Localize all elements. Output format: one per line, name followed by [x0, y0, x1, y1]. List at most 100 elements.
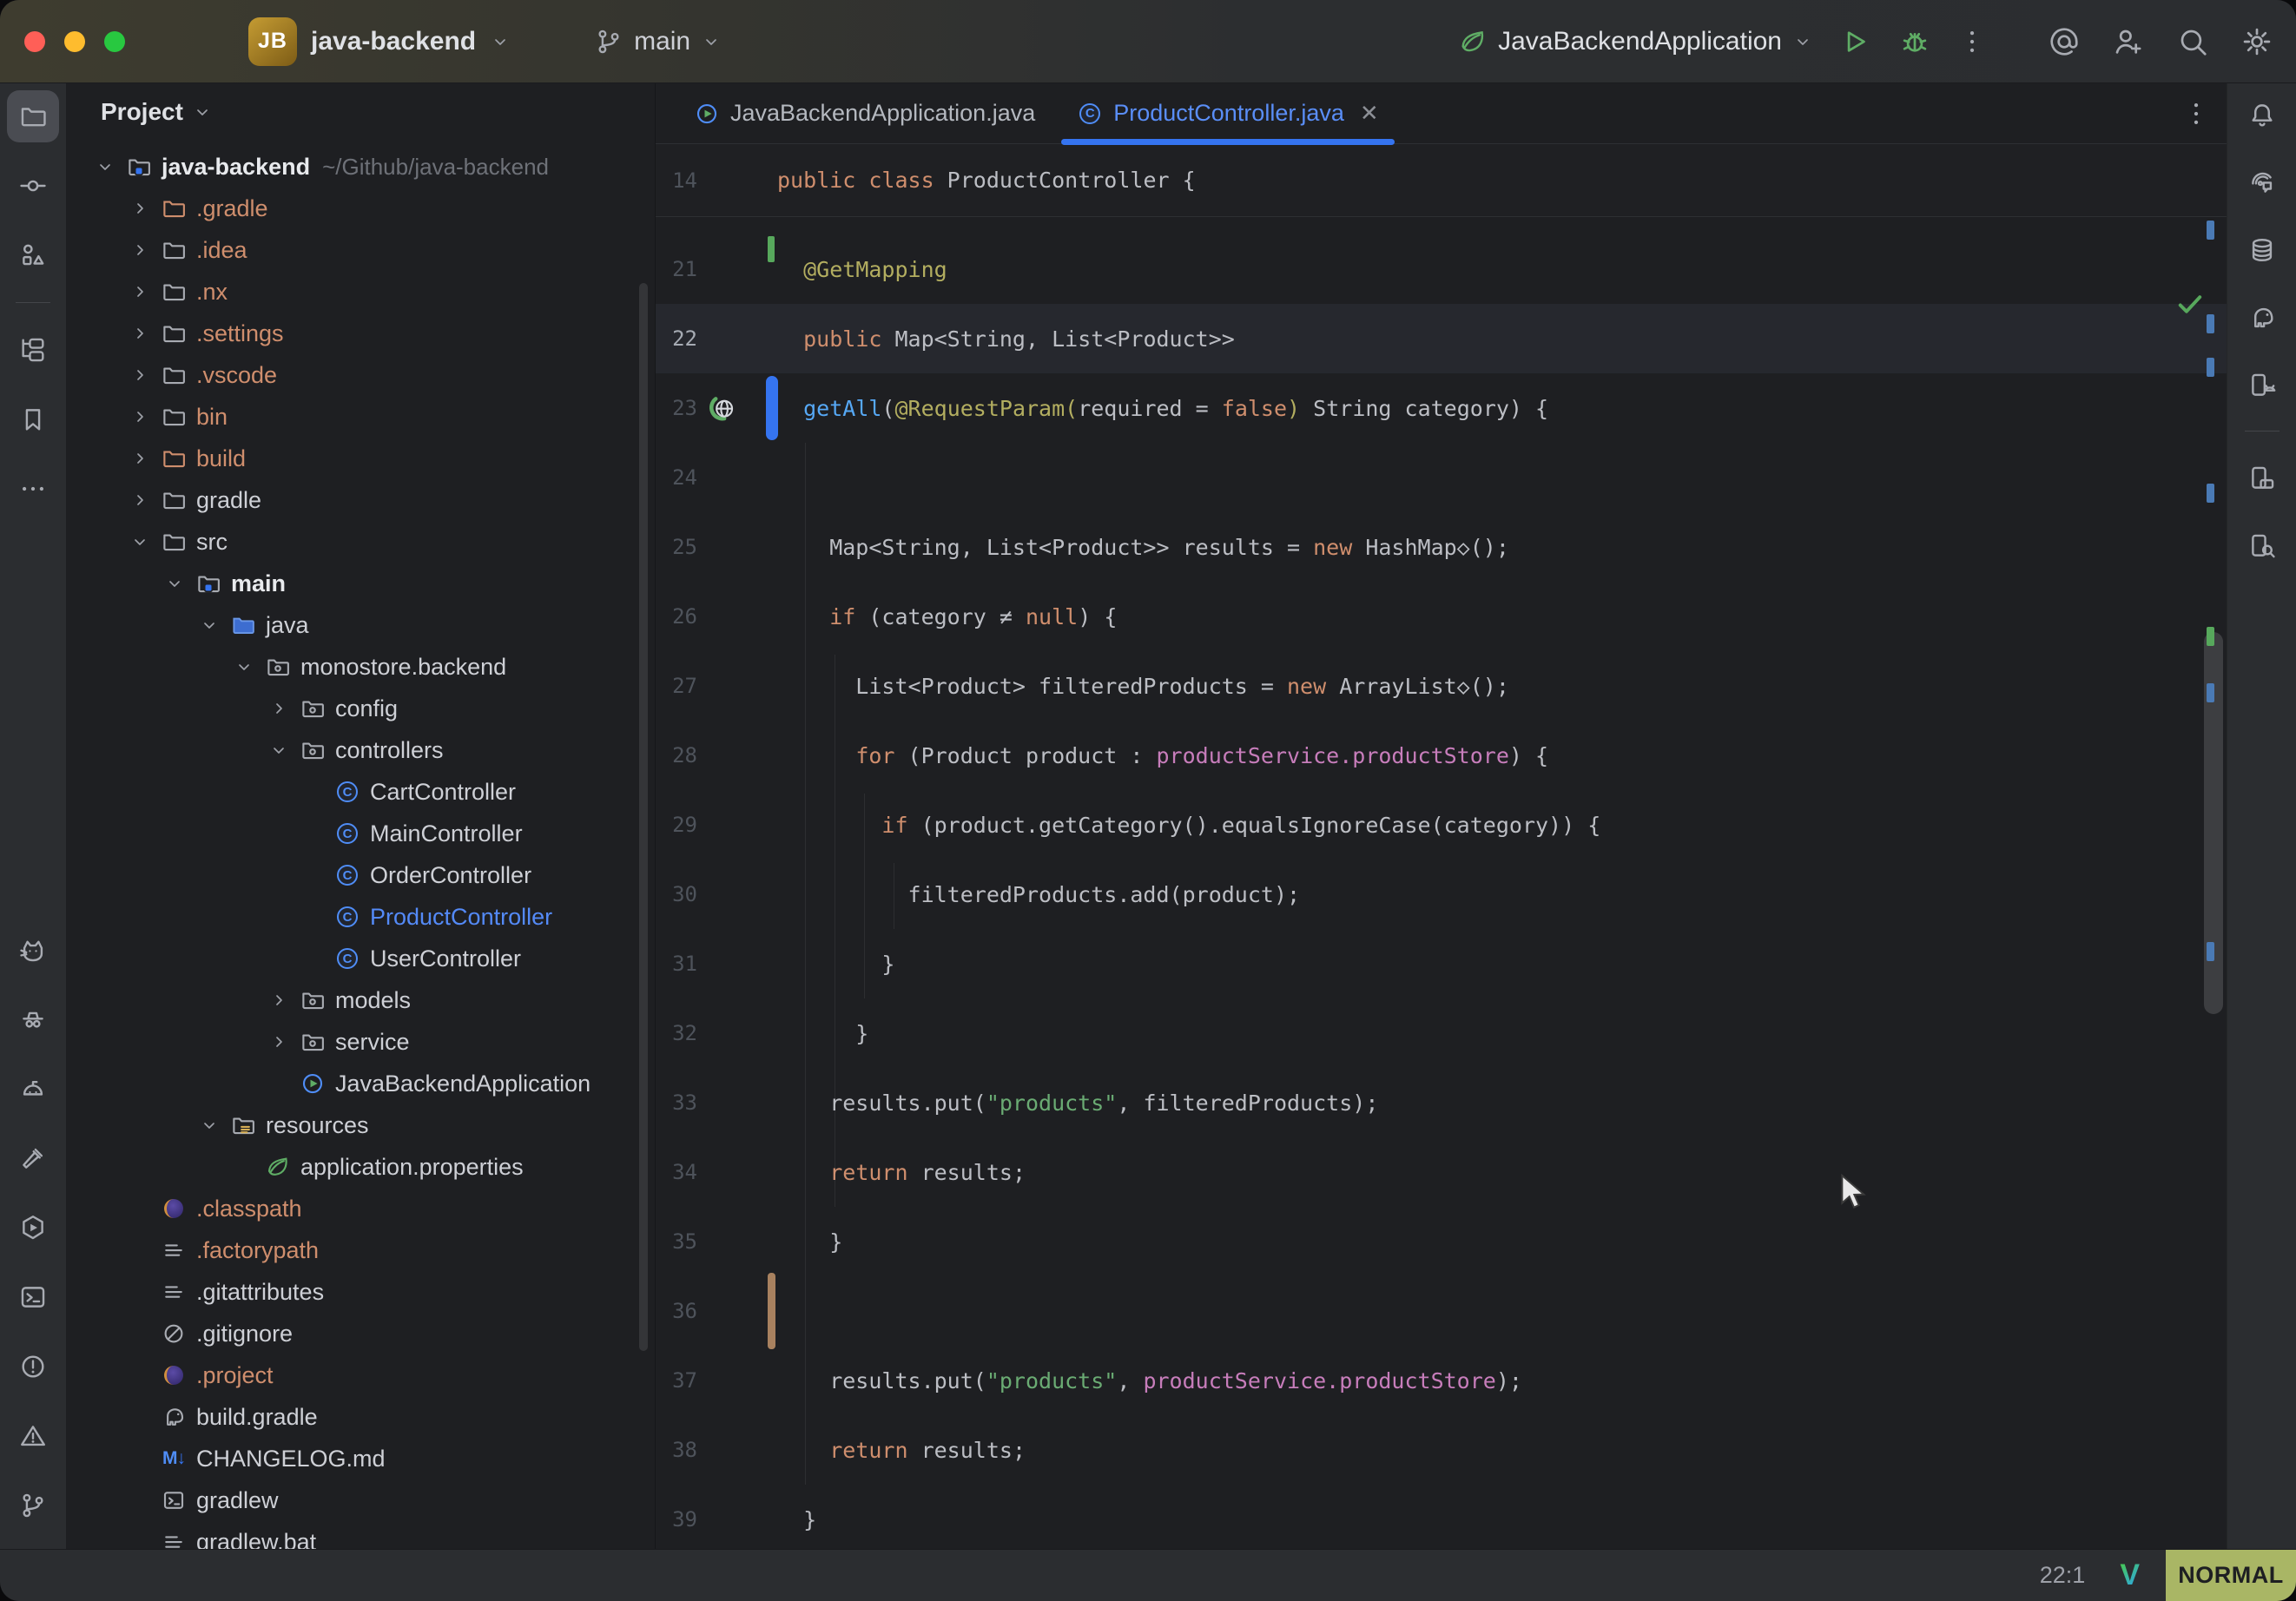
branch-widget[interactable]: main — [594, 27, 722, 56]
line-number[interactable]: 21 — [656, 257, 697, 281]
tree-item-java[interactable]: java — [66, 604, 655, 646]
chevron-right-icon[interactable] — [125, 402, 155, 432]
project-tree-scrollbar[interactable] — [639, 283, 648, 1351]
tool-button-bell[interactable] — [2236, 89, 2288, 141]
tool-button-ai-assistant[interactable] — [2236, 156, 2288, 208]
tree-item-java-backend[interactable]: java-backend~/Github/java-backend — [66, 146, 655, 188]
line-number[interactable]: 31 — [656, 952, 697, 976]
tree-item-.gitignore[interactable]: .gitignore — [66, 1313, 655, 1354]
line-number[interactable]: 32 — [656, 1021, 697, 1045]
line-number[interactable]: 23 — [656, 396, 697, 420]
tool-button-devices[interactable] — [2236, 359, 2288, 412]
code-line-26[interactable]: 26 if (category ≠ null) { — [656, 582, 2227, 651]
code-line-24[interactable]: 24 — [656, 443, 2227, 512]
error-stripe-marker[interactable] — [2207, 627, 2214, 646]
tree-item-config[interactable]: config — [66, 688, 655, 729]
tool-button-gradle[interactable] — [2236, 292, 2288, 344]
editor-gutter[interactable]: 27 — [656, 651, 777, 721]
editor-gutter[interactable]: 35 — [656, 1207, 777, 1276]
tree-item-gradlew.bat[interactable]: gradlew.bat — [66, 1521, 655, 1549]
chevron-right-icon[interactable] — [125, 444, 155, 473]
line-number[interactable]: 34 — [656, 1160, 697, 1184]
tab-javabackendapplication[interactable]: JavaBackendApplication.java — [673, 83, 1056, 144]
editor-gutter[interactable]: 29 — [656, 790, 777, 860]
tree-item-.idea[interactable]: .idea — [66, 229, 655, 271]
tree-item-usercontroller[interactable]: CUserController — [66, 938, 655, 979]
gear-icon[interactable] — [2240, 25, 2273, 58]
chevron-down-icon[interactable] — [195, 1110, 224, 1140]
tool-button-project-folder-tool[interactable] — [7, 90, 59, 142]
line-number[interactable]: 25 — [656, 535, 697, 559]
zoom-window-button[interactable] — [104, 31, 125, 52]
code-line-32[interactable]: 32 } — [656, 998, 2227, 1068]
tree-item-ordercontroller[interactable]: COrderController — [66, 854, 655, 896]
line-number[interactable]: 27 — [656, 674, 697, 698]
editor-gutter[interactable]: 22 — [656, 304, 777, 373]
tree-item-cartcontroller[interactable]: CCartController — [66, 771, 655, 813]
editor-gutter[interactable]: 34 — [656, 1137, 777, 1207]
tree-item-monostore.backend[interactable]: monostore.backend — [66, 646, 655, 688]
editor-gutter[interactable]: 25 — [656, 512, 777, 582]
tree-item-build[interactable]: build — [66, 438, 655, 479]
chevron-right-icon[interactable] — [125, 360, 155, 390]
tool-button-hammer[interactable] — [7, 1132, 59, 1184]
code-line-27[interactable]: 27 List<Product> filteredProducts = new … — [656, 651, 2227, 721]
tool-button-structure[interactable] — [7, 229, 59, 281]
tree-item-gradlew[interactable]: gradlew — [66, 1479, 655, 1521]
editor-gutter[interactable]: 21 — [656, 234, 777, 304]
code-line-37[interactable]: 37 results.put("products", productServic… — [656, 1346, 2227, 1415]
line-number[interactable]: 29 — [656, 813, 697, 837]
chevron-right-icon[interactable] — [125, 277, 155, 306]
chevron-down-icon[interactable] — [264, 735, 294, 765]
tool-button-commit[interactable] — [7, 160, 59, 212]
tree-item-models[interactable]: models — [66, 979, 655, 1021]
tool-button-services[interactable] — [7, 1202, 59, 1254]
code-line-33[interactable]: 33 results.put("products", filteredProdu… — [656, 1068, 2227, 1137]
line-number[interactable]: 37 — [656, 1368, 697, 1393]
editor-gutter[interactable]: 36 — [656, 1276, 777, 1346]
chevron-right-icon[interactable] — [125, 194, 155, 223]
tree-item-.project[interactable]: .project — [66, 1354, 655, 1396]
chevron-right-icon[interactable] — [125, 235, 155, 265]
chevron-down-icon[interactable] — [160, 569, 189, 598]
chevron-right-icon[interactable] — [264, 694, 294, 723]
code-editor[interactable]: 21 @GetMapping22 public Map<String, List… — [656, 217, 2227, 1549]
code-line-35[interactable]: 35 } — [656, 1207, 2227, 1276]
line-number[interactable]: 39 — [656, 1507, 697, 1532]
code-line-25[interactable]: 25 Map<String, List<Product>> results = … — [656, 512, 2227, 582]
tree-item-.vscode[interactable]: .vscode — [66, 354, 655, 396]
editor-gutter[interactable]: 23 — [656, 373, 777, 443]
code-line-38[interactable]: 38 return results; — [656, 1415, 2227, 1485]
code-line-39[interactable]: 39 } — [656, 1485, 2227, 1549]
tool-button-git-branch[interactable] — [7, 1479, 59, 1532]
chevron-right-icon[interactable] — [264, 1027, 294, 1057]
chevron-right-icon[interactable] — [125, 485, 155, 515]
line-number[interactable]: 33 — [656, 1090, 697, 1115]
chevron-right-icon[interactable] — [264, 985, 294, 1015]
caret-position-widget[interactable]: 22:1 — [2040, 1562, 2086, 1589]
tree-item-application.properties[interactable]: application.properties — [66, 1146, 655, 1188]
editor-gutter[interactable]: 28 — [656, 721, 777, 790]
tool-button-hierarchy[interactable] — [7, 324, 59, 376]
tree-item-gradle[interactable]: gradle — [66, 479, 655, 521]
error-stripe-marker[interactable] — [2207, 683, 2214, 702]
line-number[interactable]: 28 — [656, 743, 697, 768]
tree-item-build.gradle[interactable]: build.gradle — [66, 1396, 655, 1438]
tree-item-.factorypath[interactable]: .factorypath — [66, 1229, 655, 1271]
tree-item-bin[interactable]: bin — [66, 396, 655, 438]
tool-button-cat[interactable] — [7, 924, 59, 976]
tree-item-javabackendapplication[interactable]: JavaBackendApplication — [66, 1063, 655, 1104]
run-configuration-selector[interactable]: JavaBackendApplication — [1458, 27, 1813, 56]
ai-assistant-icon[interactable] — [2048, 25, 2081, 58]
tab-productcontroller[interactable]: C ProductController.java ✕ — [1056, 83, 1399, 144]
tree-item-service[interactable]: service — [66, 1021, 655, 1063]
line-number[interactable]: 30 — [656, 882, 697, 906]
close-tab-button[interactable]: ✕ — [1360, 100, 1379, 127]
tool-button-database[interactable] — [2236, 224, 2288, 276]
kebab-icon[interactable] — [2181, 99, 2211, 128]
tool-button-more[interactable] — [7, 463, 59, 515]
line-number[interactable]: 22 — [656, 326, 697, 351]
code-line-34[interactable]: 34 return results; — [656, 1137, 2227, 1207]
tree-item-.gradle[interactable]: .gradle — [66, 188, 655, 229]
editor-gutter[interactable]: 24 — [656, 443, 777, 512]
